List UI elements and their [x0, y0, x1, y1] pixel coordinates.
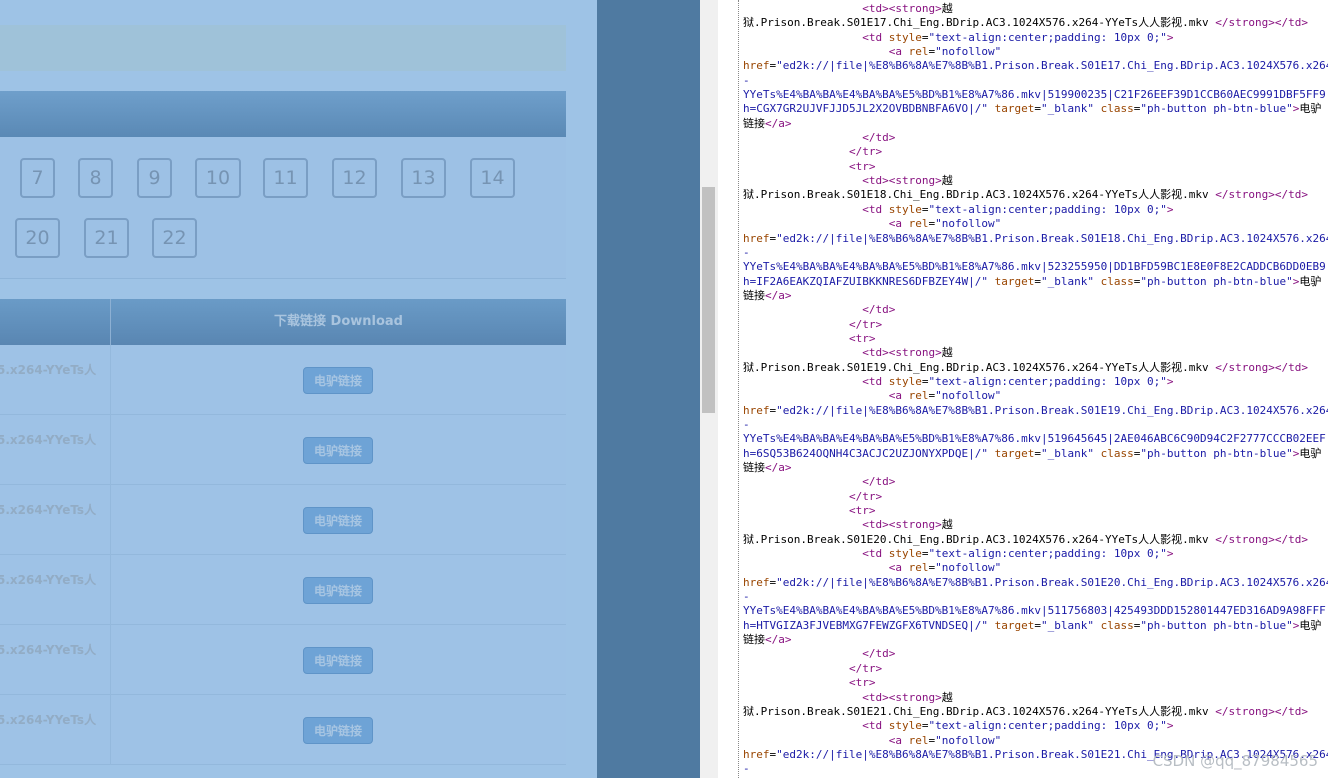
source-line: <td><strong>越 — [862, 518, 953, 532]
source-line: h=6SQ53B624OQNH4C3ACJC2UZJONYXPDQE|/" ta… — [743, 446, 1322, 460]
source-line: href="ed2k://|file|%E8%B6%8A%E7%8B%B1.Pr… — [743, 575, 1328, 589]
cell-divider — [110, 345, 111, 415]
source-line: YYeTs%E4%BA%BA%E4%BA%BA%E5%BD%B1%E8%A7%8… — [743, 88, 1328, 102]
source-line: <tr> — [848, 331, 876, 345]
source-line: - — [743, 417, 750, 431]
scrollbar-thumb[interactable] — [702, 187, 715, 413]
episode-button[interactable]: 8 — [78, 158, 113, 198]
table-row: 5.x264-YYeTs人 电驴链接 — [0, 625, 566, 695]
ed2k-link-button[interactable]: 电驴链接 — [303, 437, 373, 464]
episode-button[interactable]: 7 — [20, 158, 55, 198]
episode-button[interactable]: 21 — [84, 218, 129, 258]
source-line: <td style="text-align:center;padding: 10… — [862, 30, 1174, 44]
source-line: 狱.Prison.Break.S01E21.Chi_Eng.BDrip.AC3.… — [743, 704, 1308, 718]
table-row: 5.x264-YYeTs人 电驴链接 — [0, 345, 566, 415]
source-line: <tr> — [848, 504, 876, 518]
source-line: h=IF2A6EAKZQIAFZUIBKKNRES6DFBZEY4W|/" ta… — [743, 274, 1322, 288]
file-name-cell: 5.x264-YYeTs人 — [0, 713, 97, 727]
table-row: 5.x264-YYeTs人 电驴链接 — [0, 555, 566, 625]
source-line: <td style="text-align:center;padding: 10… — [862, 719, 1174, 733]
source-line: <tr> — [848, 159, 876, 173]
watermark: CSDN @qq_87984565 — [1152, 752, 1318, 770]
source-line: h=HTVGIZA3FJVEBMXG7FEWZGFX6TVNDSEQ|/" ta… — [743, 618, 1322, 632]
source-line: - — [743, 73, 750, 87]
ed2k-link-button[interactable]: 电驴链接 — [303, 647, 373, 674]
source-line: <td style="text-align:center;padding: 10… — [862, 374, 1174, 388]
source-line: href="ed2k://|file|%E8%B6%8A%E7%8B%B1.Pr… — [743, 403, 1328, 417]
file-name-cell: 5.x264-YYeTs人 — [0, 573, 97, 587]
source-line: <td><strong>越 — [862, 690, 953, 704]
source-line: </td> — [862, 303, 896, 317]
episode-button[interactable]: 20 — [15, 218, 60, 258]
table-row: 5.x264-YYeTs人 电驴链接 — [0, 485, 566, 555]
cell-divider — [110, 485, 111, 555]
cell-divider — [110, 415, 111, 485]
source-line: - — [743, 590, 750, 604]
source-line: </td> — [862, 475, 896, 489]
table-row: 5.x264-YYeTs人 电驴链接 — [0, 695, 566, 765]
column-header-download: 下载链接 Download — [274, 314, 403, 329]
cell-divider — [110, 555, 111, 625]
episode-button[interactable]: 13 — [401, 158, 446, 198]
table-row: 5.x264-YYeTs人 电驴链接 — [0, 415, 566, 485]
source-line: 狱.Prison.Break.S01E19.Chi_Eng.BDrip.AC3.… — [743, 360, 1308, 374]
source-line: <td style="text-align:center;padding: 10… — [862, 547, 1174, 561]
source-line: </td> — [862, 647, 896, 661]
source-line: <a rel="nofollow" — [888, 561, 1002, 575]
source-line: href="ed2k://|file|%E8%B6%8A%E7%8B%B1.Pr… — [743, 59, 1328, 73]
overlay-strip — [597, 0, 700, 778]
ed2k-link-button[interactable]: 电驴链接 — [303, 367, 373, 394]
source-line: 链接</a> — [743, 116, 792, 130]
episode-button[interactable]: 11 — [263, 158, 308, 198]
file-name-cell: 5.x264-YYeTs人 — [0, 363, 97, 377]
source-line: 狱.Prison.Break.S01E17.Chi_Eng.BDrip.AC3.… — [743, 16, 1308, 30]
source-line: </tr> — [848, 661, 883, 675]
episode-button[interactable]: 9 — [137, 158, 172, 198]
source-line: 狱.Prison.Break.S01E18.Chi_Eng.BDrip.AC3.… — [743, 188, 1308, 202]
cell-divider — [110, 625, 111, 695]
source-line: </tr> — [848, 317, 883, 331]
info-bar — [0, 25, 566, 71]
source-line: href="ed2k://|file|%E8%B6%8A%E7%8B%B1.Pr… — [743, 231, 1328, 245]
episode-selector: 7 8 9 10 11 12 13 14 20 21 22 — [0, 137, 566, 279]
download-table: 5.x264-YYeTs人 电驴链接 5.x264-YYeTs人 电驴链接 5.… — [0, 345, 566, 778]
source-line: 链接</a> — [743, 461, 792, 474]
file-name-cell: 5.x264-YYeTs人 — [0, 433, 97, 447]
episode-button[interactable]: 10 — [195, 158, 241, 198]
source-gutter-line — [738, 0, 739, 778]
file-name-cell: 5.x264-YYeTs人 — [0, 503, 97, 517]
source-line: <tr> — [848, 676, 876, 690]
source-line: </td> — [862, 131, 896, 145]
ed2k-link-button[interactable]: 电驴链接 — [303, 577, 373, 604]
source-line: YYeTs%E4%BA%BA%E4%BA%BA%E5%BD%B1%E8%A7%8… — [743, 604, 1328, 618]
source-code: <td><strong>越 狱.Prison.Break.S01E17.Chi_E… — [743, 2, 1328, 778]
source-line: <a rel="nofollow" — [888, 389, 1002, 403]
episode-button[interactable]: 12 — [332, 158, 377, 198]
source-line: - — [743, 245, 750, 259]
source-line: YYeTs%E4%BA%BA%E4%BA%BA%E5%BD%B1%E8%A7%8… — [743, 260, 1328, 274]
source-line: </tr> — [848, 489, 883, 503]
source-line: 链接</a> — [743, 633, 792, 647]
cell-divider — [110, 695, 111, 765]
ed2k-link-button[interactable]: 电驴链接 — [303, 507, 373, 534]
ed2k-link-button[interactable]: 电驴链接 — [303, 717, 373, 744]
webpage-pane: 7 8 9 10 11 12 13 14 20 21 22 下载链接 Downl… — [0, 0, 597, 778]
file-name-cell: 5.x264-YYeTs人 — [0, 643, 97, 657]
source-line: <td><strong>越 — [862, 174, 953, 188]
source-line: <td><strong>越 — [862, 346, 953, 360]
source-line: h=CGX7GR2UJVFJJD5JL2X2OVBDBNBFA6VO|/" ta… — [743, 102, 1322, 116]
source-line: </tr> — [848, 145, 883, 159]
source-line: YYeTs%E4%BA%BA%E4%BA%BA%E5%BD%B1%E8%A7%8… — [743, 432, 1328, 446]
download-table-header: 下载链接 Download — [0, 299, 566, 345]
source-line: <a rel="nofollow" — [888, 45, 1002, 59]
source-line: <td><strong>越 — [862, 2, 953, 15]
source-line: 狱.Prison.Break.S01E20.Chi_Eng.BDrip.AC3.… — [743, 532, 1308, 546]
episode-button[interactable]: 14 — [470, 158, 515, 198]
source-line: 链接</a> — [743, 288, 792, 302]
source-line: <a rel="nofollow" — [888, 217, 1002, 231]
source-line: <a rel="nofollow" — [888, 733, 1002, 747]
episode-panel-header — [0, 91, 566, 137]
episode-button[interactable]: 22 — [152, 218, 197, 258]
source-line: <td style="text-align:center;padding: 10… — [862, 202, 1174, 216]
